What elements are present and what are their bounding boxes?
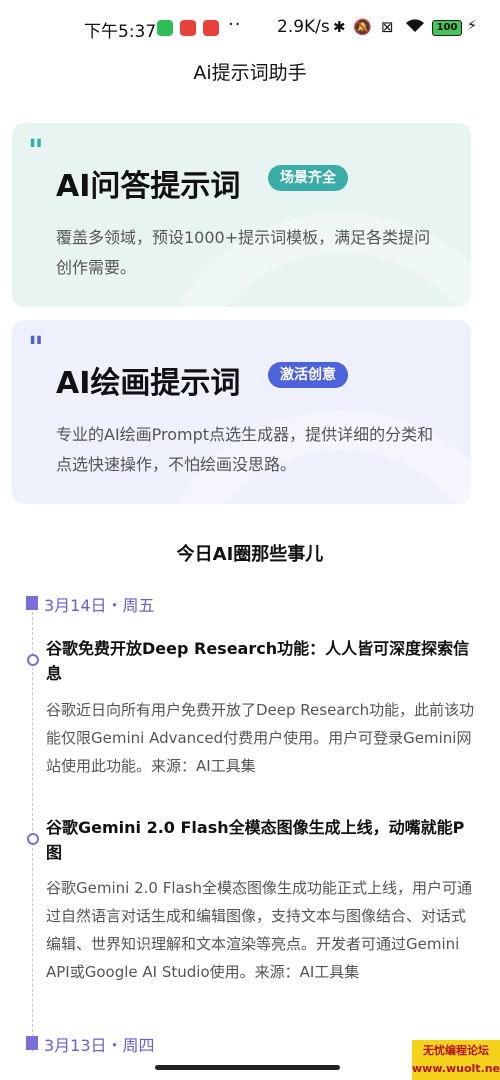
battery-icon: 100 [432,20,462,36]
card-description: 专业的AI绘画Prompt点选生成器，提供详细的分类和点选快速操作，不怕绘画没思… [56,425,434,474]
card-badge: 场景齐全 [268,165,348,191]
date-text: 3月14日・周五 [44,596,155,615]
card-badge: 激活创意 [268,362,348,388]
date-marker-icon [26,596,38,610]
timeline-line [32,612,33,1052]
news-title[interactable]: 谷歌免费开放Deep Research功能：人人皆可深度探索信息 [46,636,476,686]
card-description: 覆盖多领域，预设1000+提示词模板，满足各类提问创作需要。 [56,228,431,277]
timeline-dot-icon [27,833,39,845]
news-title[interactable]: 谷歌Gemini 2.0 Flash全模态图像生成上线，动嘴就能P图 [46,815,476,865]
news-body: 谷歌Gemini 2.0 Flash全模态图像生成功能正式上线，用户可通过自然语… [46,879,473,981]
wechat-notification-icon [157,20,173,36]
status-bar: 下午5:37 ·· 2.9K/s ✱ 🔕 ⊠ 100 ⚡ [0,0,500,52]
watermark-logo: 无忧编程论坛 www.wuolt.net [412,1040,500,1080]
qa-prompt-card[interactable]: " AI问答提示词 场景齐全 覆盖多领域，预设1000+提示词模板，满足各类提问… [12,123,471,307]
network-speed: 2.9K/s [277,17,330,37]
charging-icon: ⚡ [467,18,477,34]
timeline-dot-icon [27,654,39,666]
mute-icon: 🔕 [353,18,372,36]
card-title: AI问答提示词 [56,169,241,204]
wifi-icon [405,18,425,37]
app-notification-icon [180,20,196,36]
sim-off-icon: ⊠ [381,18,394,36]
quote-icon: " [28,331,44,366]
page-title: Ai提示词助手 [193,62,307,84]
home-indicator[interactable] [155,1065,340,1070]
news-body: 谷歌近日向所有用户免费开放了Deep Research功能，此前该功能仅限Gem… [46,701,475,775]
quote-icon: " [28,134,44,169]
app-notification-icon-2 [203,20,219,36]
more-notifications-icon: ·· [228,14,242,35]
bluetooth-icon: ✱ [333,18,346,36]
art-prompt-card[interactable]: " AI绘画提示词 激活创意 专业的AI绘画Prompt点选生成器，提供详细的分… [12,320,471,504]
card-title: AI绘画提示词 [56,366,241,401]
section-title: 今日AI圈那些事儿 [176,544,324,565]
status-time: 下午5:37 [84,22,157,42]
date-marker-icon [26,1036,38,1050]
date-text: 3月13日・周四 [44,1036,155,1055]
